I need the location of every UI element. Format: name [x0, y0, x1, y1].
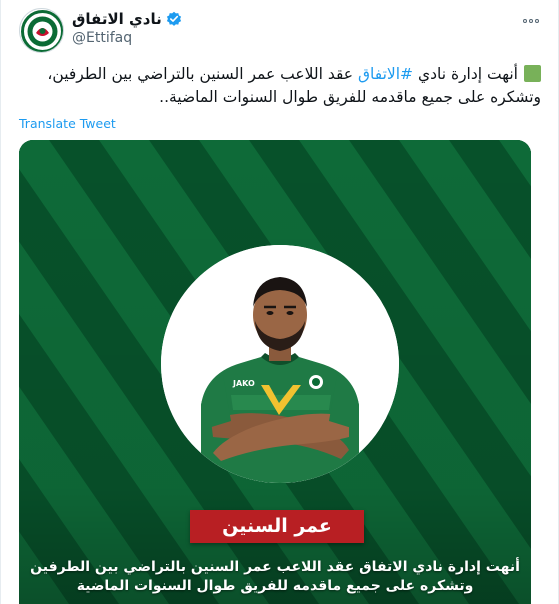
jersey-sponsor-text: JAKO	[232, 379, 255, 388]
player-photo: JAKO	[161, 245, 399, 483]
translate-tweet-link[interactable]: Translate Tweet	[19, 116, 116, 131]
display-name[interactable]: نادي الاتفاق	[72, 10, 162, 28]
hashtag-link[interactable]: #الاتفاق	[358, 65, 413, 83]
player-name-banner: عمر السنين	[190, 510, 364, 543]
more-options-icon[interactable]	[518, 12, 544, 30]
tweet-text-start: أنهت إدارة نادي	[413, 65, 518, 83]
green-square-icon	[524, 65, 541, 82]
account-name-row: نادي الاتفاق	[72, 10, 182, 28]
media-caption: أنهت إدارة نادي الاتفاق عقد اللاعب عمر ا…	[19, 558, 531, 596]
dot-icon	[529, 19, 533, 23]
verified-badge-icon	[166, 11, 182, 27]
tweet-media-image[interactable]: JAKO عمر السنين أنهت إدارة نادي الاتفاق …	[19, 140, 531, 604]
ettifaq-club-logo-icon	[21, 10, 63, 52]
dot-icon	[535, 19, 539, 23]
profile-avatar[interactable]	[19, 8, 64, 53]
media-caption-line-2: وتشكره على جميع ماقدمه للفريق طوال السنو…	[76, 578, 474, 594]
account-handle[interactable]: @Ettifaq	[72, 30, 132, 46]
media-caption-line-1: أنهت إدارة نادي الاتفاق عقد اللاعب عمر ا…	[30, 559, 520, 575]
tweet-card: نادي الاتفاق @Ettifaq أنهت إدارة نادي #ا…	[0, 0, 559, 604]
tweet-text: أنهت إدارة نادي #الاتفاق عقد اللاعب عمر …	[19, 63, 541, 109]
dot-icon	[523, 19, 527, 23]
